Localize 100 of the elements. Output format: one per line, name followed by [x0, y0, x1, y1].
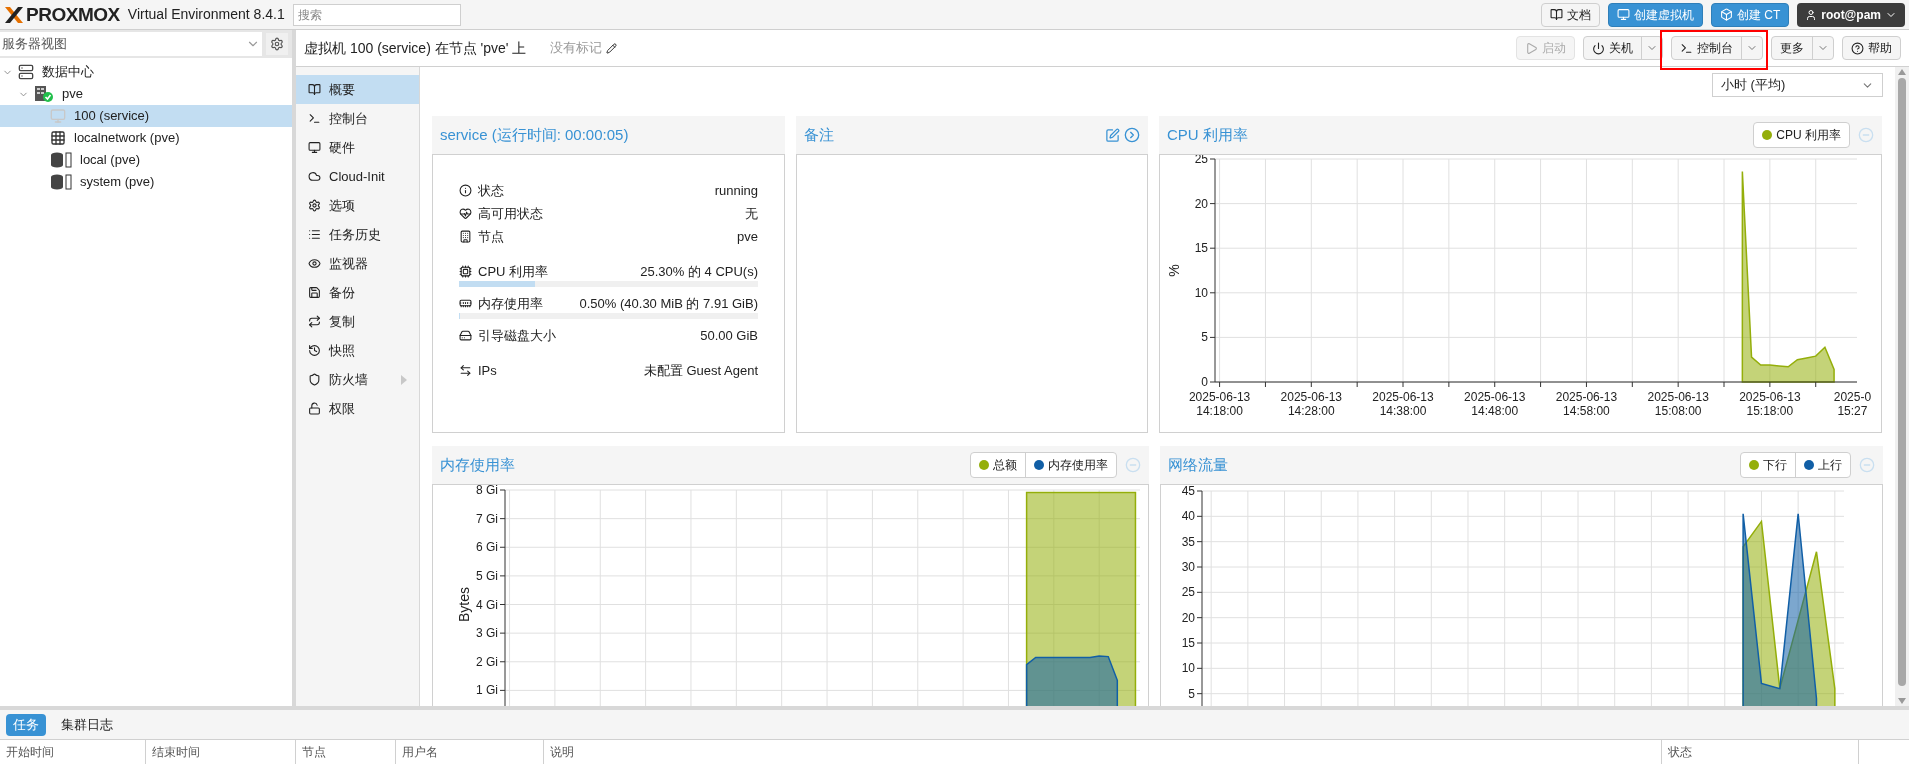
history-icon — [308, 344, 321, 357]
axis-tick-label: 25 — [1181, 585, 1195, 600]
edit-icon[interactable] — [1105, 127, 1120, 143]
axis-tick-label: 10 — [1194, 285, 1208, 300]
toolbar-button[interactable]: 更多 — [1771, 36, 1834, 60]
axis-tick-label: 2025-0 15:27 — [1833, 390, 1872, 418]
panel-title: 内存使用率 — [440, 454, 515, 475]
scrollbar[interactable] — [1895, 67, 1909, 706]
nav-item[interactable]: 权限 — [296, 394, 419, 423]
logo: PROXMOX — [26, 5, 120, 24]
legend-item[interactable]: 总额 — [971, 453, 1025, 477]
page-title: 虚拟机 100 (service) 在节点 'pve' 上 — [304, 38, 527, 58]
scroll-up-icon[interactable] — [1898, 69, 1906, 75]
field-label: 高可用状态 — [478, 204, 543, 223]
monitor-icon — [1616, 8, 1630, 21]
axis-tick-label: 40 — [1181, 509, 1195, 524]
monitor-icon — [308, 141, 321, 154]
field-label: IPs — [478, 361, 497, 380]
nav-item[interactable]: 防火墙 — [296, 365, 419, 394]
user-icon — [1805, 8, 1818, 21]
collapse-icon[interactable] — [1858, 127, 1874, 143]
nav-item[interactable]: 选项 — [296, 191, 419, 220]
field-value: 无 — [745, 204, 758, 223]
tree-item[interactable]: pve — [0, 83, 292, 105]
legend-item[interactable]: 下行 — [1741, 453, 1795, 477]
memory-icon — [459, 297, 472, 310]
heart-pulse-icon — [459, 207, 472, 220]
nav-item[interactable]: 任务历史 — [296, 220, 419, 249]
play-icon — [1525, 41, 1538, 55]
field-value: running — [714, 181, 758, 200]
legend-item[interactable]: CPU 利用率 — [1754, 123, 1849, 147]
monitor-icon — [50, 108, 66, 124]
axis-title: % — [1166, 264, 1182, 277]
storage-icon — [50, 174, 72, 190]
toolbar-button[interactable]: 帮助 — [1842, 36, 1901, 60]
nav-item[interactable]: 快照 — [296, 336, 419, 365]
panel-title: 网络流量 — [1168, 454, 1228, 475]
field-value: 50.00 GiB — [700, 326, 758, 345]
axis-title: Bytes — [456, 587, 472, 622]
column-header[interactable]: 用户名 — [396, 740, 544, 764]
tree-item[interactable]: localnetwork (pve) — [0, 127, 292, 149]
cloud-icon — [308, 170, 321, 183]
expand-icon[interactable] — [1124, 127, 1140, 143]
view-selector[interactable]: 服务器视图 — [0, 32, 262, 56]
column-header[interactable]: 状态 — [1662, 740, 1859, 764]
nav-item[interactable]: 备份 — [296, 278, 419, 307]
collapse-icon[interactable] — [1859, 457, 1875, 473]
nav-item[interactable]: 硬件 — [296, 133, 419, 162]
column-header[interactable]: 开始时间 — [0, 740, 146, 764]
axis-tick-label: 8 Gi — [476, 485, 498, 497]
axis-tick-label: 2025-06-13 15:08:00 — [1647, 390, 1709, 418]
submenu-arrow-icon — [401, 374, 407, 385]
legend-item[interactable]: 上行 — [1795, 453, 1850, 477]
column-header[interactable]: 结束时间 — [146, 740, 296, 764]
tab[interactable]: 集群日志 — [54, 713, 120, 736]
gear-icon — [308, 199, 321, 212]
axis-tick-label: 30 — [1181, 560, 1195, 574]
tree-item[interactable]: local (pve) — [0, 149, 292, 171]
timeframe-select[interactable]: 小时 (平均) — [1712, 73, 1883, 97]
toolbar-button[interactable]: 关机 — [1583, 36, 1663, 60]
tree-item[interactable]: system (pve) — [0, 171, 292, 193]
tree-item[interactable]: 100 (service) — [0, 105, 292, 127]
tree-item[interactable]: 数据中心 — [0, 61, 292, 83]
book-icon — [1549, 8, 1563, 21]
server-icon — [18, 64, 34, 80]
axis-tick-label: 2 Gi — [476, 654, 498, 669]
user-menu-button[interactable]: root@pam — [1797, 2, 1905, 27]
shield-icon — [308, 373, 321, 386]
nav-item[interactable]: 复制 — [296, 307, 419, 336]
axis-tick-label: 6 Gi — [476, 540, 498, 555]
collapse-icon[interactable] — [1125, 457, 1141, 473]
search-field[interactable]: 搜索 — [292, 3, 461, 26]
legend-item[interactable]: 内存使用率 — [1025, 453, 1116, 477]
settings-icon — [270, 37, 284, 51]
nav-item[interactable]: 概要 — [296, 75, 419, 104]
book-icon — [308, 83, 321, 96]
nav-item[interactable]: Cloud-Init — [296, 162, 419, 191]
list-icon — [308, 228, 321, 241]
scroll-down-icon[interactable] — [1898, 698, 1906, 704]
axis-tick-label: 2025-06-13 14:18:00 — [1188, 390, 1251, 418]
axis-tick-label: 2025-06-13 14:38:00 — [1372, 390, 1434, 418]
nav-item[interactable]: 控制台 — [296, 104, 419, 133]
nav-item[interactable]: 监视器 — [296, 249, 419, 278]
column-header[interactable]: 节点 — [296, 740, 396, 764]
settings-button[interactable] — [266, 33, 288, 55]
terminal-icon — [1680, 41, 1693, 55]
logo-icon — [4, 5, 24, 24]
floppy-icon — [308, 286, 321, 299]
scroll-thumb[interactable] — [1898, 78, 1906, 686]
field-value: 0.50% (40.30 MiB 的 7.91 GiB) — [579, 294, 758, 313]
axis-tick-label: 45 — [1181, 485, 1195, 498]
panel-title: service (运行时间: 00:00:05) — [440, 124, 629, 145]
axis-tick-label: 2025-06-13 14:28:00 — [1280, 390, 1342, 418]
axis-tick-label: 5 — [1188, 686, 1195, 701]
toolbar-button[interactable]: 控制台 — [1671, 36, 1763, 60]
axis-tick-label: 2025-06-13 14:48:00 — [1464, 390, 1526, 418]
header-button[interactable]: 文档 — [1540, 2, 1600, 27]
building-icon — [459, 230, 472, 243]
field-value: 25.30% 的 4 CPU(s) — [640, 262, 758, 281]
column-header[interactable]: 说明 — [544, 740, 1662, 764]
